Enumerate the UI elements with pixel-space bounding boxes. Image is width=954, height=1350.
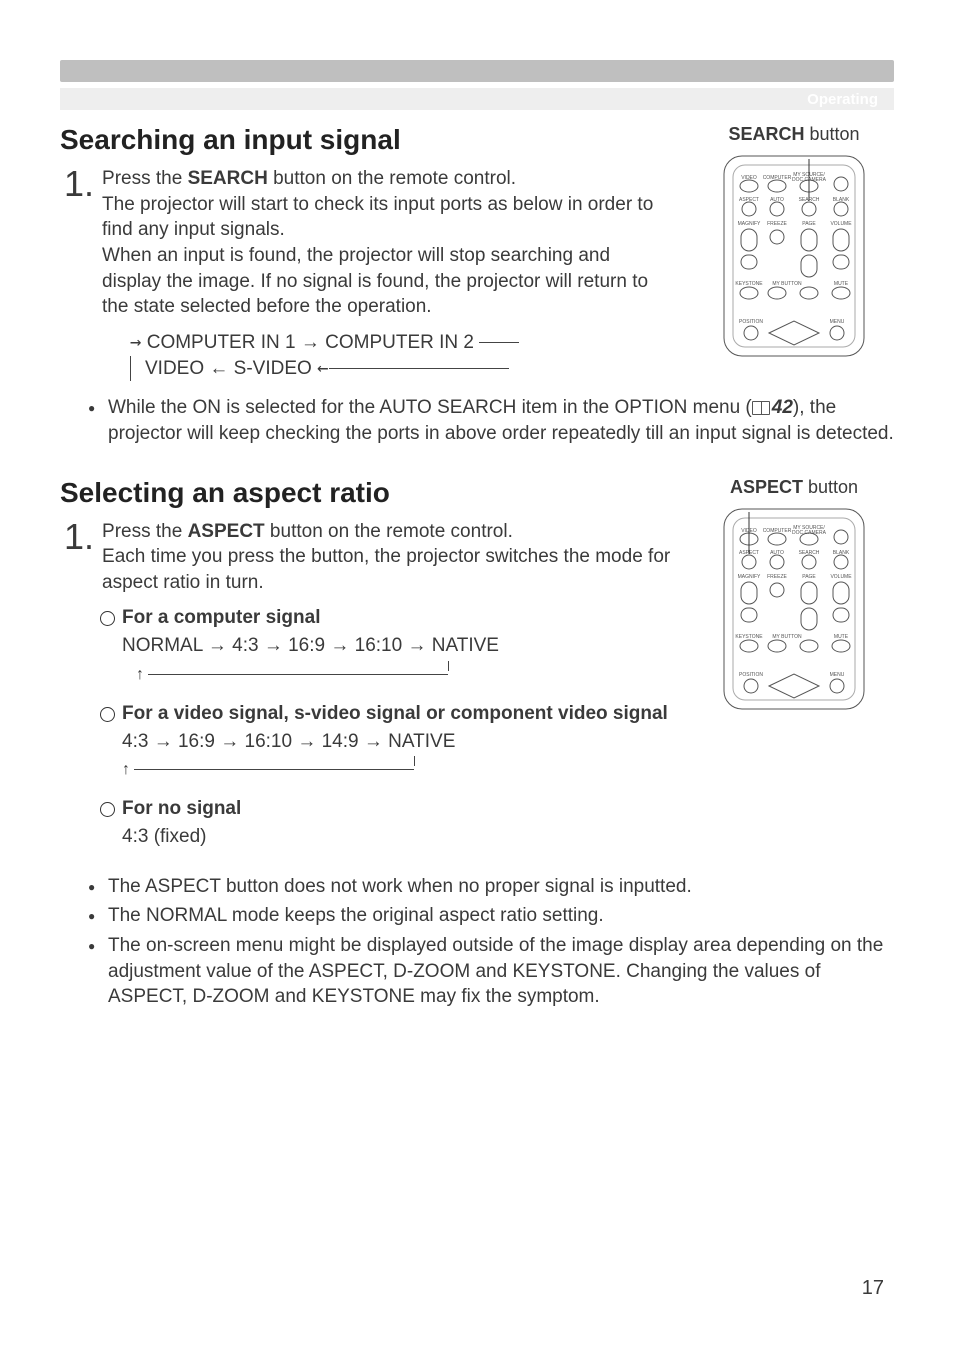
svg-text:MUTE: MUTE: [834, 281, 849, 287]
section1-bullets: While the ON is selected for the AUTO SE…: [88, 395, 894, 446]
step1-text: Press the SEARCH button on the remote co…: [102, 166, 674, 320]
svg-text:POSITION: POSITION: [739, 319, 763, 325]
svg-text:MENU: MENU: [830, 319, 845, 325]
section2-title: Selecting an aspect ratio: [60, 477, 674, 509]
remote-illustration-2: VIDEOCOMPUTERMY SOURCE/DOC.CAMERA ASPECT…: [694, 504, 894, 714]
input-cycle-diagram: → COMPUTER IN 1 → COMPUTER IN 2 VIDEO ← …: [130, 330, 674, 381]
step2-number: 1.: [64, 519, 94, 596]
aspect-computer-body: NORMAL → 4:3 → 16:9 → 16:10 → NATIVE ↑: [122, 633, 674, 686]
section1-title: Searching an input signal: [60, 124, 674, 156]
aspect-nosignal-body: 4:3 (fixed): [122, 824, 674, 850]
aspect-button-label: ASPECT button: [694, 477, 894, 498]
svg-text:MENU: MENU: [830, 672, 845, 678]
svg-text:MUTE: MUTE: [834, 634, 849, 640]
step1-rest: The projector will start to check its in…: [102, 194, 653, 318]
svg-text:FREEZE: FREEZE: [767, 574, 787, 580]
section2-bullets: The ASPECT button does not work when no …: [88, 874, 894, 1010]
svg-text:MAGNIFY: MAGNIFY: [738, 221, 761, 227]
svg-text:MAGNIFY: MAGNIFY: [738, 574, 761, 580]
remote-illustration-1: VIDEOCOMPUTERMY SOURCE/DOC.CAMERA ASPECT…: [694, 151, 894, 361]
category-label: Operating: [807, 91, 878, 108]
svg-text:PAGE: PAGE: [802, 221, 816, 227]
page-number: 17: [862, 1277, 884, 1300]
step2-text: Press the ASPECT button on the remote co…: [102, 519, 674, 596]
svg-text:PAGE: PAGE: [802, 574, 816, 580]
aspect-video-head: For a video signal, s-video signal or co…: [100, 703, 674, 725]
svg-text:FREEZE: FREEZE: [767, 221, 787, 227]
book-icon: [752, 401, 770, 415]
svg-text:MY BUTTON: MY BUTTON: [772, 634, 802, 640]
search-button-label: SEARCH button: [694, 124, 894, 145]
svg-text:KEYSTONE: KEYSTONE: [735, 281, 763, 287]
aspect-computer-head: For a computer signal: [100, 607, 674, 629]
step1-number: 1.: [64, 166, 94, 320]
svg-text:VOLUME: VOLUME: [830, 574, 852, 580]
svg-text:MY BUTTON: MY BUTTON: [772, 281, 802, 287]
svg-text:VOLUME: VOLUME: [830, 221, 852, 227]
aspect-nosignal-head: For no signal: [100, 798, 674, 820]
svg-text:KEYSTONE: KEYSTONE: [735, 634, 763, 640]
top-grey-bar: [60, 60, 894, 82]
svg-text:POSITION: POSITION: [739, 672, 763, 678]
aspect-video-body: 4:3 → 16:9 → 16:10 → 14:9 → NATIVE ↑: [122, 729, 674, 782]
category-band: Operating: [60, 88, 894, 110]
